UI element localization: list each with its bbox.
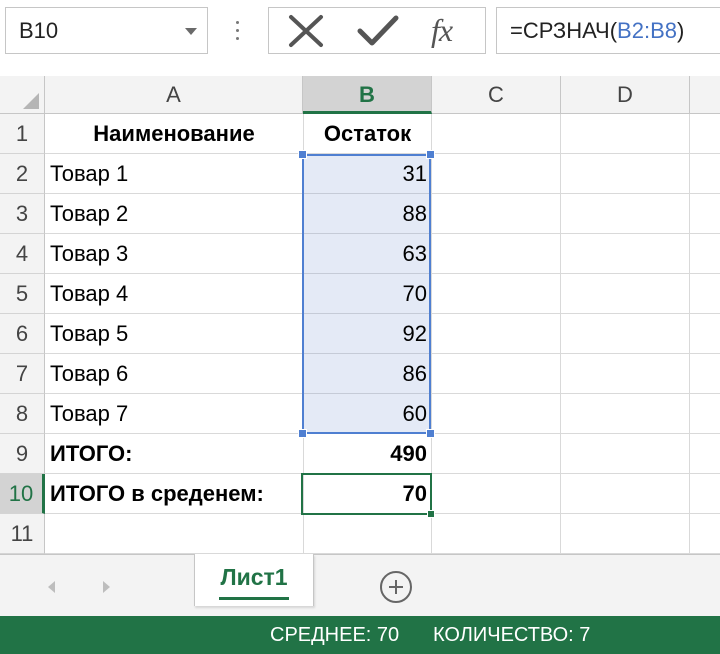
column-headers: A B C D xyxy=(0,76,720,114)
active-cell-border xyxy=(301,473,435,518)
cell-b3[interactable]: 88 xyxy=(303,194,432,234)
row-header-5[interactable]: 5 xyxy=(0,274,45,314)
status-count: КОЛИЧЕСТВО: 7 xyxy=(433,624,591,646)
cell-a2[interactable]: Товар 1 xyxy=(45,154,303,194)
cell-a9[interactable]: ИТОГО: xyxy=(45,434,303,474)
row-header-10[interactable]: 10 xyxy=(0,474,45,514)
row-header-11[interactable]: 11 xyxy=(0,514,45,554)
cell-a6[interactable]: Товар 5 xyxy=(45,314,303,354)
checkmark-icon[interactable] xyxy=(355,13,401,49)
cell-a10[interactable]: ИТОГО в среденем: xyxy=(45,474,303,514)
gridline xyxy=(560,114,561,554)
formula-buttons: fx xyxy=(268,7,486,54)
formula-input[interactable]: =СРЗНАЧ(B2:B8) xyxy=(496,7,720,54)
more-options-icon[interactable] xyxy=(230,17,246,45)
sheet-tab-underline xyxy=(219,597,289,600)
cell-b8[interactable]: 60 xyxy=(303,394,432,434)
cell-b1[interactable]: Остаток xyxy=(303,114,432,154)
row-header-6[interactable]: 6 xyxy=(0,314,45,354)
sheet-tab-list1[interactable]: Лист1 xyxy=(194,554,314,606)
cell-a3[interactable]: Товар 2 xyxy=(45,194,303,234)
formula-text: =СРЗНАЧ(B2:B8) xyxy=(510,18,684,44)
cell-a4[interactable]: Товар 3 xyxy=(45,234,303,274)
status-bar: СРЕДНЕЕ: 70 КОЛИЧЕСТВО: 7 xyxy=(0,616,720,654)
row-header-8[interactable]: 8 xyxy=(0,394,45,434)
cell-b4[interactable]: 63 xyxy=(303,234,432,274)
spreadsheet-grid: A B C D 1 Наименование Остаток 2 Товар 1… xyxy=(0,76,720,554)
cell-b2[interactable]: 31 xyxy=(303,154,432,194)
gridline xyxy=(689,114,690,554)
cell-b5[interactable]: 70 xyxy=(303,274,432,314)
sheet-tab-label: Лист1 xyxy=(220,564,288,590)
select-all-button[interactable] xyxy=(0,76,45,114)
cell-b9[interactable]: 490 xyxy=(303,434,432,474)
fill-handle[interactable] xyxy=(427,510,435,518)
cell-b7[interactable]: 86 xyxy=(303,354,432,394)
row-header-3[interactable]: 3 xyxy=(0,194,45,234)
sheet-tab-bar: Лист1 xyxy=(0,554,720,616)
row-header-9[interactable]: 9 xyxy=(0,434,45,474)
formula-suffix: ) xyxy=(676,18,685,43)
chevron-down-icon[interactable] xyxy=(185,28,197,35)
cell-b6[interactable]: 92 xyxy=(303,314,432,354)
chevron-left-icon[interactable] xyxy=(48,581,55,593)
column-header-d[interactable]: D xyxy=(561,76,690,114)
cell-a7[interactable]: Товар 6 xyxy=(45,354,303,394)
cell-a8[interactable]: Товар 7 xyxy=(45,394,303,434)
formula-prefix: =СРЗНАЧ( xyxy=(510,18,618,43)
formula-range-ref: B2:B8 xyxy=(617,18,677,43)
row-header-2[interactable]: 2 xyxy=(0,154,45,194)
cell-a1[interactable]: Наименование xyxy=(45,114,303,154)
row-header-4[interactable]: 4 xyxy=(0,234,45,274)
column-header-e[interactable] xyxy=(690,76,720,114)
cell-a5[interactable]: Товар 4 xyxy=(45,274,303,314)
name-box[interactable]: B10 xyxy=(5,7,208,54)
fx-icon[interactable]: fx xyxy=(431,12,453,49)
x-icon[interactable] xyxy=(283,13,329,49)
formula-bar: B10 fx =СРЗНАЧ(B2:B8) xyxy=(0,0,720,66)
column-header-c[interactable]: C xyxy=(432,76,561,114)
column-header-b[interactable]: B xyxy=(303,76,432,114)
column-header-a[interactable]: A xyxy=(45,76,303,114)
plus-circle-icon[interactable] xyxy=(380,571,412,603)
chevron-right-icon[interactable] xyxy=(103,581,110,593)
row-header-1[interactable]: 1 xyxy=(0,114,45,154)
status-average: СРЕДНЕЕ: 70 xyxy=(270,624,400,646)
row-header-7[interactable]: 7 xyxy=(0,354,45,394)
name-box-value: B10 xyxy=(19,18,59,43)
